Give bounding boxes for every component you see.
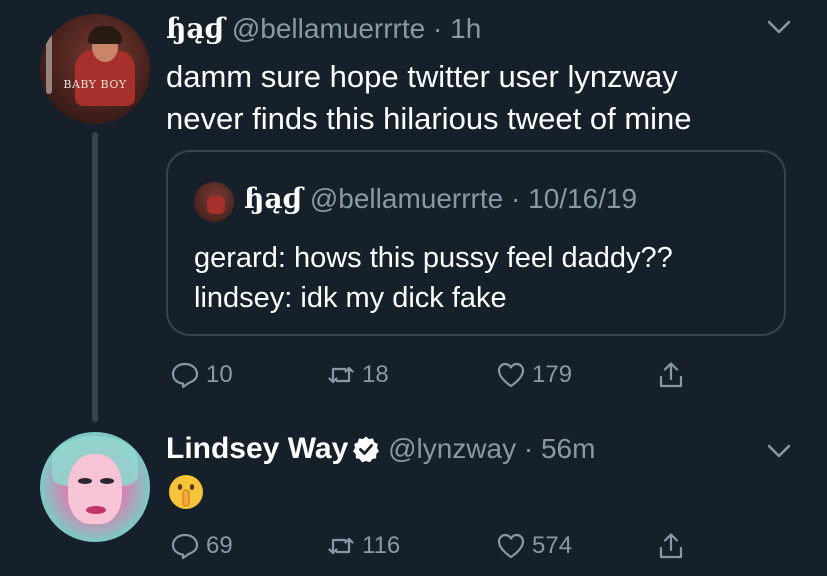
tweet-actions: 69 116 574: [166, 526, 726, 566]
tweet-text-line: damm sure hope twitter user lynzway: [166, 59, 678, 94]
user-handle[interactable]: @lynzway: [388, 433, 516, 464]
avatar-lips: [86, 506, 106, 514]
separator-dot: ·: [511, 183, 521, 214]
like-icon: [497, 362, 525, 388]
tweet-text-line: never finds this hilarious tweet of mine: [166, 101, 692, 136]
avatar-caption: BABY BOY: [63, 78, 127, 91]
retweet-button[interactable]: 18: [326, 355, 389, 395]
quoted-display-name: ɧąɠ: [244, 182, 303, 215]
tweet-header: ɧąɠ @bellamuerrrte · 1h: [166, 12, 481, 45]
tweet-actions: 10 18 179: [166, 355, 726, 395]
share-icon: [659, 362, 683, 388]
display-name[interactable]: Lindsey Way: [166, 432, 348, 465]
like-button[interactable]: 574: [496, 526, 572, 566]
tweet-bellamuerrrte[interactable]: BABY BOY ɧąɠ @bellamuerrrte · 1h damm su…: [0, 0, 827, 422]
verified-badge-icon: [353, 436, 380, 463]
timestamp[interactable]: 56m: [541, 433, 595, 464]
timestamp[interactable]: 1h: [450, 13, 481, 44]
like-count: 179: [532, 361, 573, 388]
quoted-avatar-shirt: [207, 196, 225, 214]
separator-dot: ·: [433, 13, 443, 44]
retweet-count: 18: [362, 361, 389, 388]
display-name[interactable]: ɧąɠ: [166, 12, 224, 45]
share-icon: [659, 533, 683, 559]
chevron-down-icon[interactable]: [766, 442, 792, 460]
reply-button[interactable]: 10: [170, 355, 233, 395]
avatar-hair: [88, 26, 122, 44]
quoted-handle: @bellamuerrrte: [309, 183, 504, 214]
quoted-tweet[interactable]: ɧąɠ @bellamuerrrte · 10/16/19 gerard: ho…: [166, 150, 786, 336]
shushing-face-emoji: [169, 475, 203, 509]
like-button[interactable]: 179: [496, 355, 572, 395]
user-handle[interactable]: @bellamuerrrte: [232, 13, 425, 44]
avatar-bellamuerrrte[interactable]: BABY BOY: [40, 14, 150, 124]
quoted-text: gerard: hows this pussy feel daddy?? lin…: [194, 238, 673, 318]
quoted-text-line: gerard: hows this pussy feel daddy??: [194, 242, 673, 274]
reply-icon: [171, 362, 199, 389]
quoted-header: ɧąɠ @bellamuerrrte · 10/16/19: [244, 182, 637, 215]
share-button[interactable]: [656, 526, 692, 566]
reply-button[interactable]: 69: [170, 526, 233, 566]
reply-icon: [171, 533, 199, 560]
retweet-icon: [328, 537, 354, 555]
share-button[interactable]: [656, 355, 692, 395]
like-count: 574: [532, 532, 573, 559]
retweet-button[interactable]: 116: [326, 526, 400, 566]
quoted-avatar: [194, 182, 234, 222]
thread-line: [92, 132, 98, 422]
tweet-lynzway[interactable]: Lindsey Way @lynzway · 56m 69 116 574: [0, 420, 827, 576]
retweet-count: 116: [362, 532, 401, 559]
avatar-eye-left: [78, 478, 92, 484]
chevron-down-icon[interactable]: [766, 18, 792, 36]
quoted-timestamp: 10/16/19: [528, 183, 638, 214]
quoted-text-line: lindsey: idk my dick fake: [194, 282, 507, 314]
separator-dot: ·: [523, 433, 534, 464]
avatar-lynzway[interactable]: [40, 432, 150, 542]
reply-count: 69: [206, 532, 233, 559]
tweet-header: Lindsey Way @lynzway · 56m: [166, 432, 595, 466]
retweet-icon: [328, 366, 354, 384]
like-icon: [497, 533, 525, 559]
reply-count: 10: [206, 361, 233, 388]
tweet-text: damm sure hope twitter user lynzway neve…: [166, 56, 692, 140]
avatar-eye-right: [100, 478, 114, 484]
